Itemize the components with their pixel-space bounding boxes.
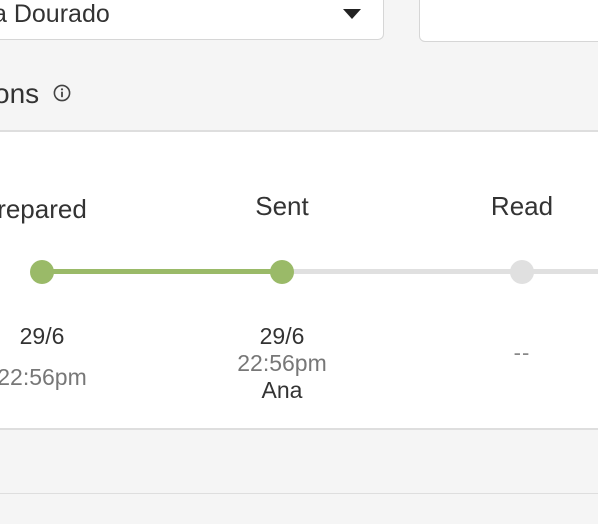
page: a Dourado ons repared Sent Read 29/6 22:…: [0, 0, 598, 524]
caret-down-icon[interactable]: [343, 9, 361, 19]
secondary-field[interactable]: [419, 0, 598, 42]
footer-divider: [0, 493, 598, 494]
recipient-select[interactable]: a Dourado: [0, 0, 384, 40]
recipient-select-value: a Dourado: [0, 0, 110, 28]
step-time-prepared: 22:56pm: [0, 364, 87, 390]
step-date-prepared: 29/6: [19, 323, 65, 349]
step-label-sent: Sent: [255, 191, 309, 221]
step-user-sent: Ana: [261, 377, 303, 403]
step-dot-sent: [270, 260, 294, 284]
step-dot-read: [510, 260, 534, 284]
info-icon[interactable]: [53, 84, 71, 102]
section-header: ons: [0, 62, 598, 130]
status-timeline: repared Sent Read 29/6 22:56pm 29/6 22:5…: [0, 132, 598, 428]
step-label-prepared: repared: [0, 194, 87, 224]
timeline-track-pending: [282, 269, 598, 274]
step-dot-prepared: [30, 260, 54, 284]
step-time-sent: 22:56pm: [237, 350, 327, 376]
footer-area: [0, 430, 598, 494]
timeline-track-complete: [42, 269, 282, 274]
step-empty-read: --: [513, 340, 531, 365]
section-title: ons: [0, 78, 40, 109]
step-date-sent: 29/6: [259, 323, 305, 349]
step-label-read: Read: [490, 191, 554, 221]
